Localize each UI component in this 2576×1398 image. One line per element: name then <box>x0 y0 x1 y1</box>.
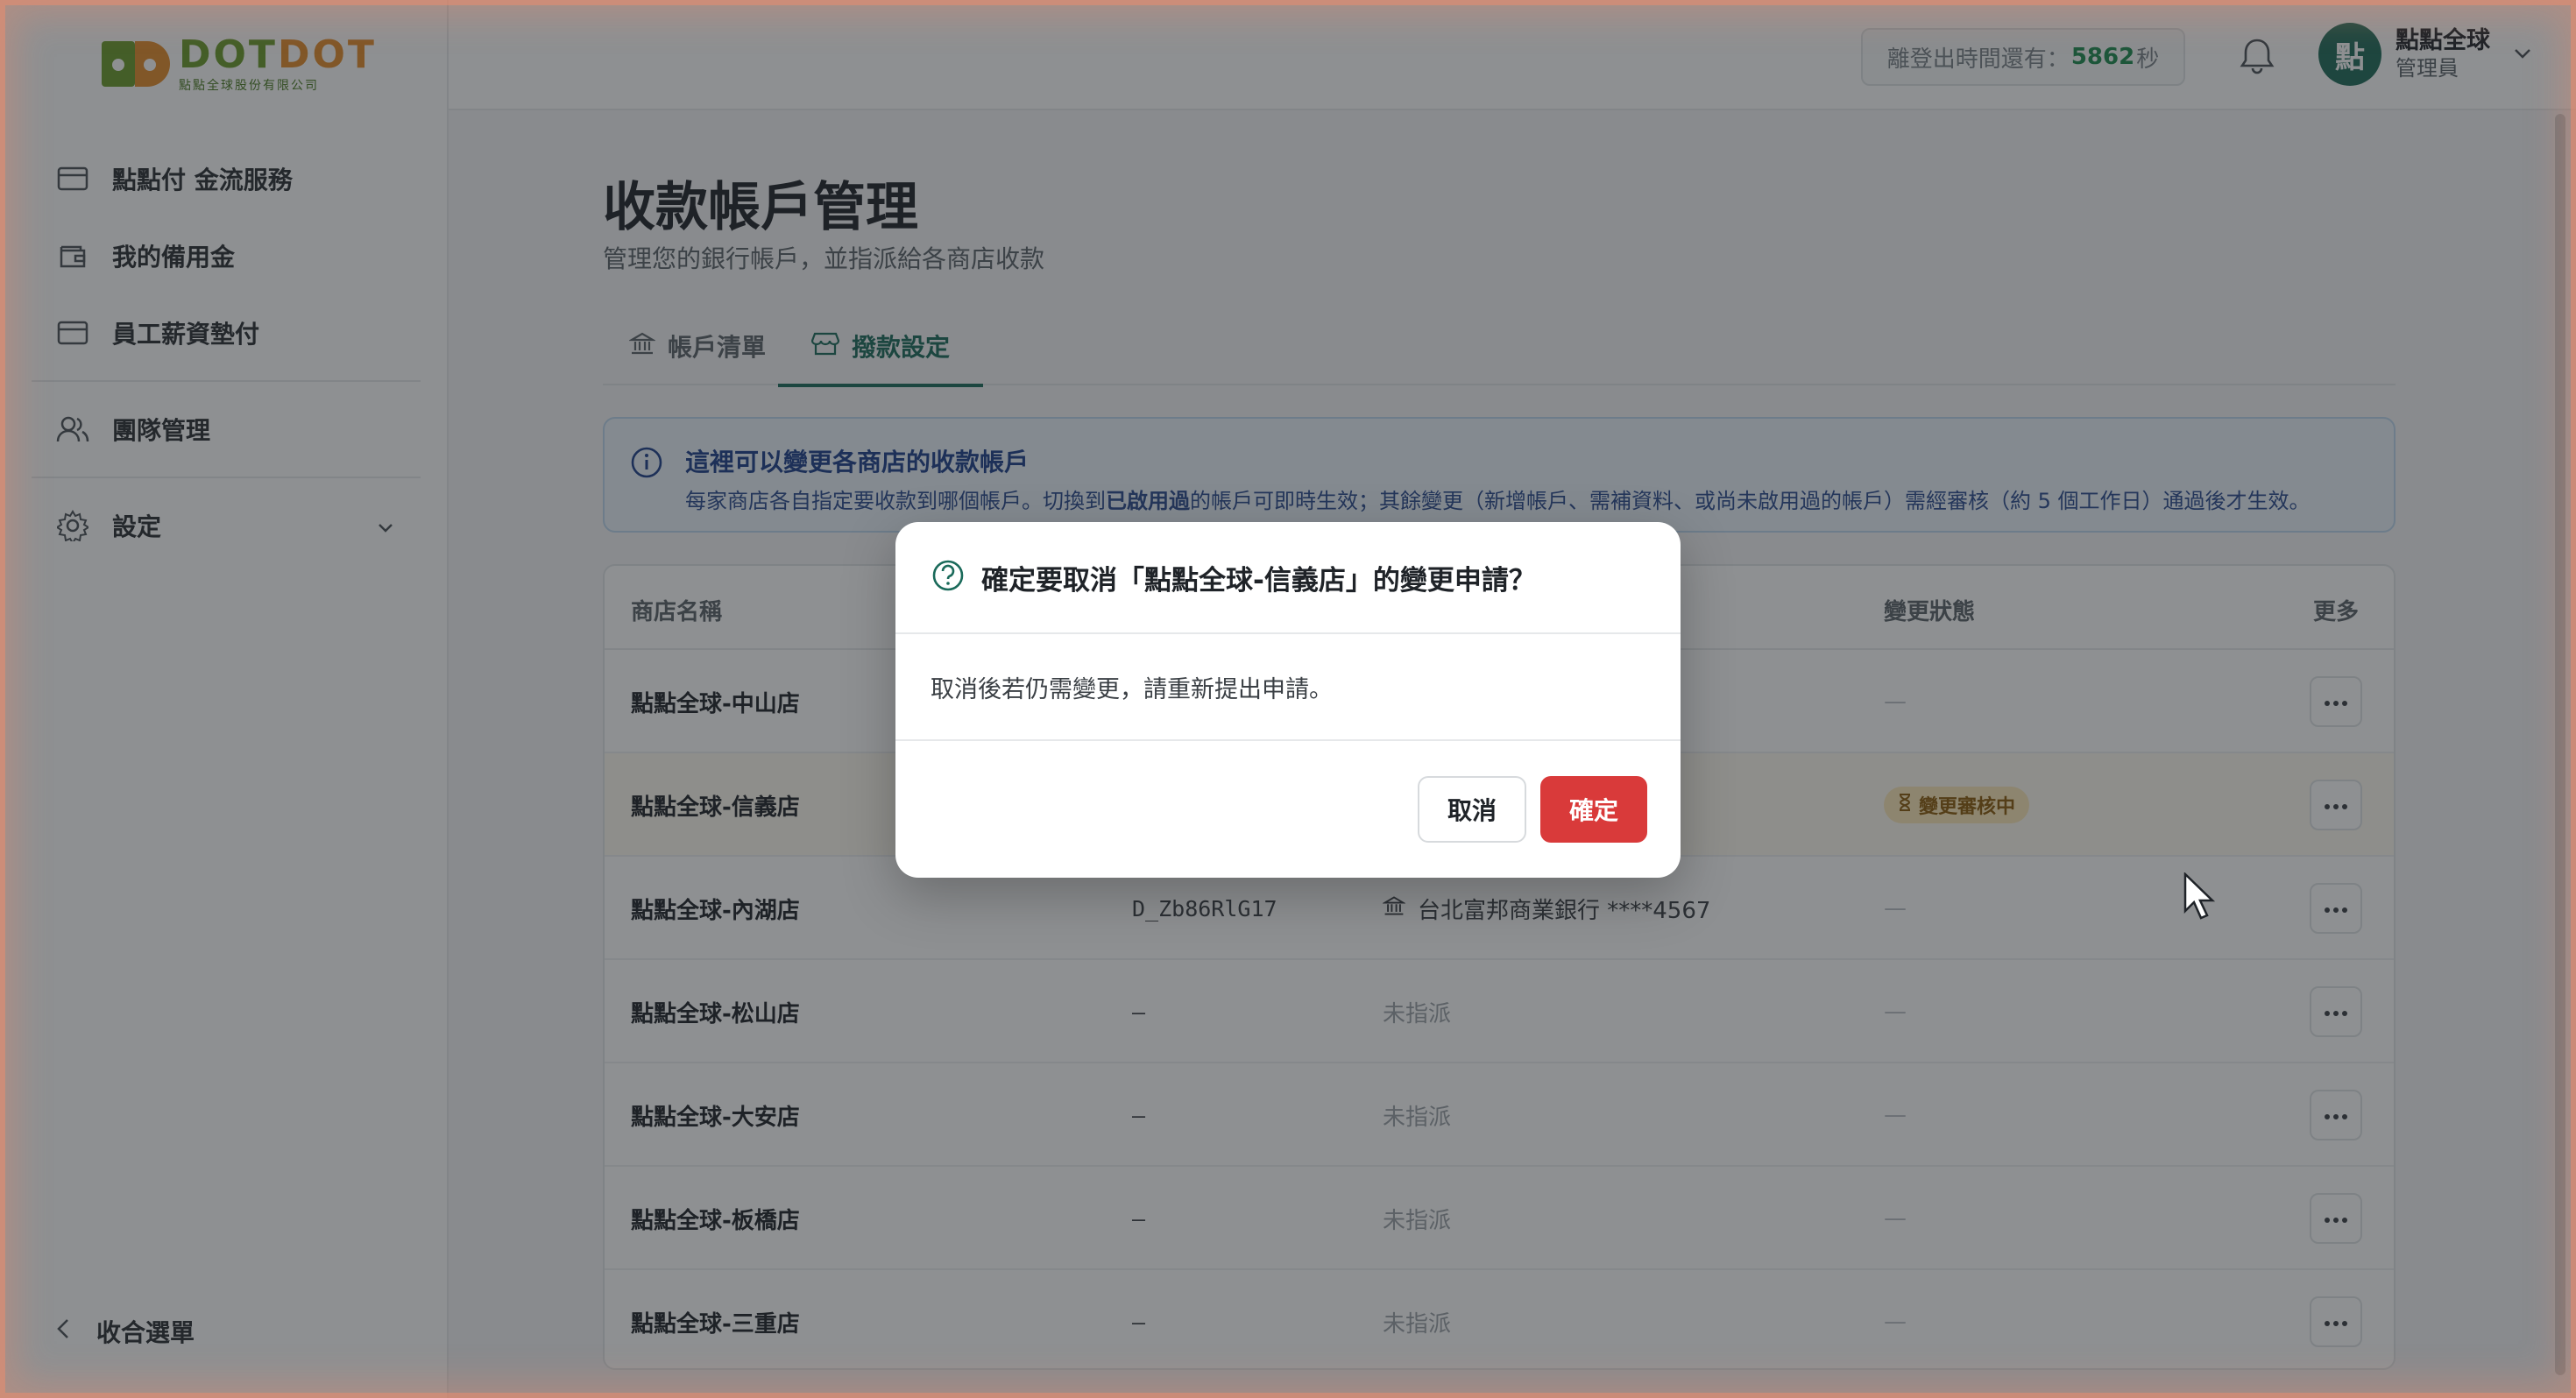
cancel-button[interactable]: 取消 <box>1418 776 1526 843</box>
confirm-button[interactable]: 確定 <box>1540 776 1647 843</box>
mouse-cursor-icon <box>2182 872 2217 925</box>
question-icon <box>931 558 966 597</box>
dialog-footer: 取消 確定 <box>895 741 1681 876</box>
dialog-body: 取消後若仍需變更，請重新提出申請。 <box>895 634 1681 741</box>
dialog-header: 確定要取消「點點全球-信義店」的變更申請？ <box>895 522 1681 634</box>
dialog-title: 確定要取消「點點全球-信義店」的變更申請？ <box>981 564 1536 597</box>
confirm-dialog: 確定要取消「點點全球-信義店」的變更申請？ 取消後若仍需變更，請重新提出申請。 … <box>895 522 1681 878</box>
